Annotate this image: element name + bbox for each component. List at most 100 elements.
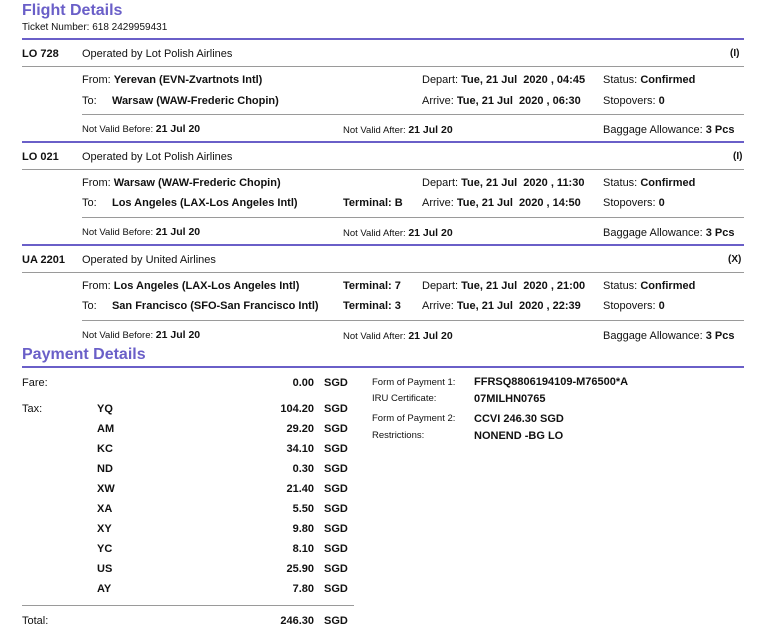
payment-details-title: Payment Details [22,346,146,363]
from-row: From: Los Angeles (LAX-Los Angeles Intl) [82,280,299,292]
baggage-value: 3 Pcs [705,330,735,342]
tax-amount: 0.30 [292,463,314,475]
nva-label: Not Valid After: [343,228,406,239]
total-currency: SGD [324,615,348,627]
booking-mark: (I) [733,151,743,162]
tax-amount: 29.20 [286,423,314,435]
stopovers-row: Stopovers: 0 [603,95,665,107]
nvb-label: Not Valid Before: [82,124,154,135]
from-airport: Warsaw (WAW-Frederic Chopin) [113,177,281,189]
depart-label: Depart: [422,74,459,86]
to-airport: Los Angeles (LAX-Los Angeles Intl) [111,197,298,209]
tax-label: Tax: [22,403,43,415]
nvb-label: Not Valid Before: [82,227,154,238]
booking-mark: (X) [728,254,742,265]
fop1-value: FFRSQ8806194109-M76500*A [474,376,629,388]
tax-amount: 21.40 [286,483,314,495]
booking-mark: (I) [730,48,740,59]
to-row: To: Warsaw (WAW-Frederic Chopin) [82,95,279,107]
nva-label: Not Valid After: [343,125,406,136]
row-divider [22,66,744,67]
baggage-allowance: Baggage Allowance: 3 Pcs [603,227,735,239]
arrive-label: Arrive: [422,95,454,107]
arrive-row: Arrive: Tue, 21 Jul 2020 , 06:30 [422,95,581,107]
terminal-label: Terminal: [343,280,392,292]
flight-details-title: Flight Details [22,2,123,19]
stopovers-value: 0 [658,95,665,107]
not-valid-before: Not Valid Before: 21 Jul 20 [82,123,200,135]
nva-value: 21 Jul 20 [408,227,453,239]
baggage-allowance: Baggage Allowance: 3 Pcs [603,124,735,136]
to-airport: Warsaw (WAW-Frederic Chopin) [111,95,279,107]
fare-currency: SGD [324,377,348,389]
fop1-label: Form of Payment 1: [372,377,456,388]
from-label: From: [82,280,111,292]
status-row: Status: Confirmed [603,177,695,189]
nvb-value: 21 Jul 20 [155,226,201,238]
stopovers-label: Stopovers: [603,197,656,209]
section-divider [22,366,744,368]
baggage-label: Baggage Allowance: [603,227,703,239]
row-divider [22,272,744,273]
baggage-allowance: Baggage Allowance: 3 Pcs [603,330,735,342]
restrictions-value: NONEND -BG LO [474,430,564,442]
arrive-row: Arrive: Tue, 21 Jul 2020 , 14:50 [422,197,581,209]
tax-currency: SGD [324,463,348,475]
section-divider [22,141,744,143]
arrive-time: Tue, 21 Jul 2020 , 14:50 [456,197,581,209]
section-divider [22,38,744,40]
terminal-label: Terminal: [343,300,392,312]
tax-currency: SGD [324,543,348,555]
tax-code: ND [97,463,113,475]
row-divider [82,114,744,115]
depart-row: Depart: Tue, 21 Jul 2020 , 11:30 [422,177,584,189]
stopovers-label: Stopovers: [603,95,656,107]
stopovers-value: 0 [658,197,665,209]
tax-amount: 5.50 [292,503,314,515]
status-value: Confirmed [640,280,696,292]
status-label: Status: [603,177,638,189]
tax-amount: 8.10 [292,543,314,555]
fop2-label: Form of Payment 2: [372,413,456,424]
nva-value: 21 Jul 20 [408,330,453,342]
to-label: To: [82,300,97,312]
nva-label: Not Valid After: [343,331,406,342]
from-row: From: Warsaw (WAW-Frederic Chopin) [82,177,281,189]
terminal-label: Terminal: [343,197,392,209]
tax-code: XW [97,483,115,495]
tax-amount: 104.20 [280,403,314,415]
tax-amount: 9.80 [292,523,314,535]
flight-number: UA 2201 [22,254,66,266]
stopovers-value: 0 [658,300,665,312]
total-label: Total: [22,615,49,627]
tax-currency: SGD [324,423,348,435]
baggage-value: 3 Pcs [705,227,735,239]
status-value: Confirmed [640,74,696,86]
tax-code: YQ [97,403,113,415]
arrive-time: Tue, 21 Jul 2020 , 22:39 [456,300,581,312]
stopovers-label: Stopovers: [603,300,656,312]
depart-time: Tue, 21 Jul 2020 , 04:45 [461,74,586,86]
nvb-value: 21 Jul 20 [155,123,201,135]
fop2-value: CCVI 246.30 SGD [474,413,564,425]
fare-amount: 0.00 [292,377,314,389]
operated-by: Operated by Lot Polish Airlines [82,151,233,163]
total-divider [22,605,354,606]
total-amount: 246.30 [280,615,314,627]
operated-by: Operated by Lot Polish Airlines [82,48,233,60]
depart-time: Tue, 21 Jul 2020 , 21:00 [461,280,586,292]
not-valid-before: Not Valid Before: 21 Jul 20 [82,329,200,341]
from-airport: Yerevan (EVN-Zvartnots Intl) [113,74,263,86]
to-terminal: Terminal: 3 [343,300,401,312]
not-valid-after: Not Valid After: 21 Jul 20 [343,227,453,239]
ticket-number-value: 618 2429959431 [92,22,168,33]
tax-code: AY [97,583,112,595]
nvb-label: Not Valid Before: [82,330,154,341]
arrive-time: Tue, 21 Jul 2020 , 06:30 [456,95,581,107]
baggage-value: 3 Pcs [705,124,735,136]
baggage-label: Baggage Allowance: [603,124,703,136]
tax-code: KC [97,443,113,455]
tax-code: XA [97,503,113,515]
row-divider [82,217,744,218]
not-valid-after: Not Valid After: 21 Jul 20 [343,124,453,136]
